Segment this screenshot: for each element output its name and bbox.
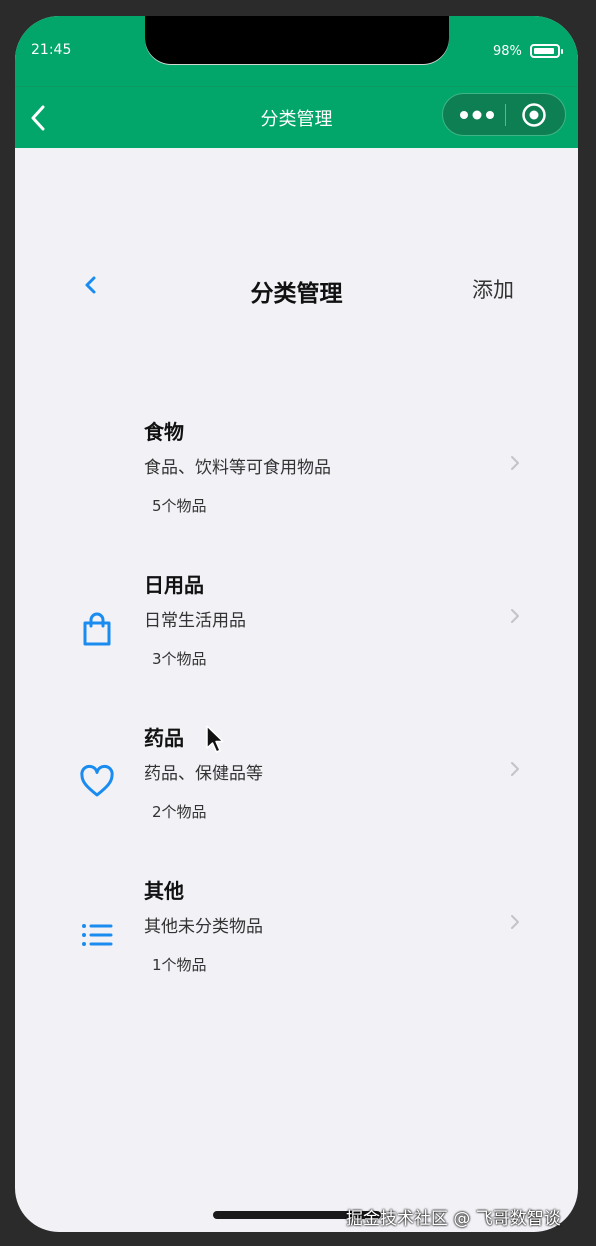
chevron-right-icon xyxy=(511,456,519,470)
battery-icon xyxy=(530,44,563,58)
category-item-other[interactable]: 其他 其他未分类物品 1个物品 xyxy=(15,865,578,1018)
category-item-medicine[interactable]: 药品 药品、保健品等 2个物品 xyxy=(15,712,578,865)
close-miniprogram-icon[interactable] xyxy=(521,102,547,128)
category-item-count: 5个物品 xyxy=(152,497,207,515)
category-description: 食品、饮料等可食用物品 xyxy=(144,458,331,478)
capsule-divider xyxy=(505,104,506,126)
watermark: 掘金技术社区 @ 飞哥数智谈 xyxy=(346,1209,561,1229)
chevron-right-icon xyxy=(511,609,519,623)
page-header: 分类管理 添加 xyxy=(15,256,578,316)
more-icon[interactable] xyxy=(459,106,495,124)
chevron-right-icon xyxy=(511,915,519,929)
list-icon xyxy=(82,924,113,946)
battery-percent: 98% xyxy=(493,44,522,59)
status-time: 21:45 xyxy=(31,42,72,58)
category-description: 其他未分类物品 xyxy=(144,917,263,937)
heart-icon xyxy=(80,764,114,797)
category-name: 药品 xyxy=(144,726,184,750)
category-name: 日用品 xyxy=(144,573,204,597)
capsule-menu xyxy=(442,93,566,136)
category-list: 食物 食品、饮料等可食用物品 5个物品 日用品 日常生活用品 3个物品 药品 药… xyxy=(15,406,578,1018)
shopping-bag-icon xyxy=(83,612,111,646)
category-item-count: 3个物品 xyxy=(152,650,207,668)
phone-screen: 21:45 98% 分类管理 分类管理 添加 食物 食品、饮料等可食用物品 5个… xyxy=(15,16,578,1232)
notch xyxy=(145,16,449,64)
add-button[interactable]: 添加 xyxy=(472,274,514,304)
category-description: 日常生活用品 xyxy=(144,611,246,631)
category-description: 药品、保健品等 xyxy=(144,764,263,784)
mini-program-nav-bar: 分类管理 xyxy=(15,86,578,148)
chevron-right-icon xyxy=(511,762,519,776)
category-name: 食物 xyxy=(144,420,184,444)
category-item-daily-goods[interactable]: 日用品 日常生活用品 3个物品 xyxy=(15,559,578,712)
category-name: 其他 xyxy=(144,879,184,903)
mouse-cursor-icon xyxy=(206,725,224,753)
status-bar: 21:45 98% xyxy=(15,16,578,86)
category-item-count: 1个物品 xyxy=(152,956,207,974)
category-item-count: 2个物品 xyxy=(152,803,207,821)
category-item-food[interactable]: 食物 食品、饮料等可食用物品 5个物品 xyxy=(15,406,578,559)
